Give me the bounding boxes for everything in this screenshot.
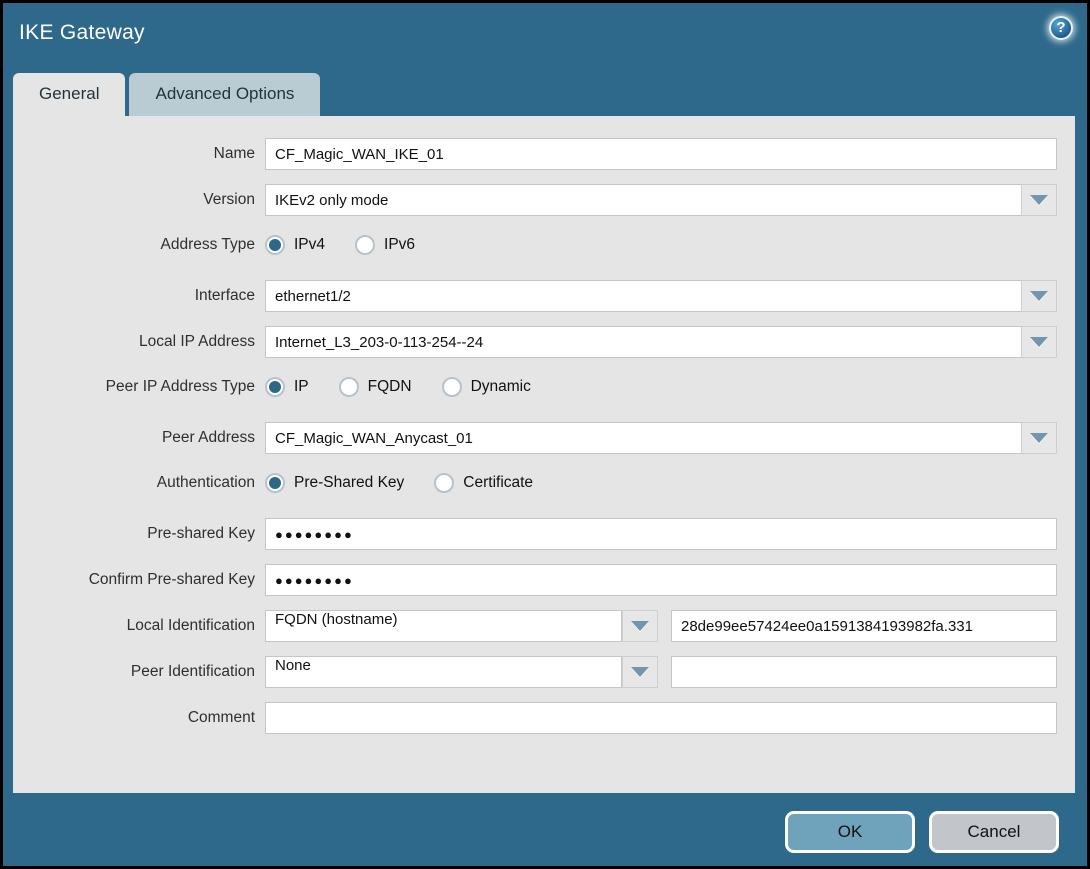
name-row: Name [13, 138, 1075, 170]
peer-address-dropdown-button[interactable] [1021, 422, 1057, 454]
version-select[interactable]: IKEv2 only mode [265, 184, 1057, 216]
peer-ip-type-row: Peer IP Address Type IP FQDN Dynamic [13, 372, 1075, 402]
comment-row: Comment [13, 702, 1075, 734]
interface-dropdown-button[interactable] [1021, 280, 1057, 312]
authentication-row: Authentication Pre-Shared Key Certificat… [13, 468, 1075, 498]
peer-id-dropdown-button[interactable] [622, 656, 658, 688]
address-type-label: Address Type [160, 236, 256, 253]
peer-id-row: Peer Identification None [13, 656, 1075, 688]
local-id-type-select[interactable]: FQDN (hostname) [265, 610, 658, 642]
comment-input[interactable] [265, 702, 1057, 734]
address-type-row: Address Type IPv4 IPv6 [13, 230, 1075, 260]
general-tab-panel: Name Version IKEv2 only mode Address Typ… [13, 116, 1075, 793]
peer-address-row: Peer Address CF_Magic_WAN_Anycast_01 [13, 422, 1075, 454]
local-ip-dropdown-button[interactable] [1021, 326, 1057, 358]
comment-label: Comment [187, 709, 255, 726]
radio-ipv4[interactable]: IPv4 [265, 235, 325, 255]
peer-id-value-input[interactable] [671, 656, 1057, 688]
peer-id-label: Peer Identification [130, 663, 255, 680]
radio-ipv6[interactable]: IPv6 [355, 235, 415, 255]
local-id-dropdown-button[interactable] [622, 610, 658, 642]
chevron-down-icon [1030, 291, 1048, 301]
authentication-label: Authentication [156, 474, 255, 491]
name-label: Name [213, 145, 255, 162]
help-icon[interactable]: ? [1049, 16, 1073, 40]
local-ip-select[interactable]: Internet_L3_203-0-113-254--24 [265, 326, 1057, 358]
local-id-type-value: FQDN (hostname) [265, 610, 622, 642]
dialog-titlebar: IKE Gateway ? [3, 3, 1087, 68]
radio-dynamic[interactable]: Dynamic [441, 377, 531, 397]
peer-address-value: CF_Magic_WAN_Anycast_01 [265, 422, 1021, 454]
ike-gateway-dialog: IKE Gateway ? General Advanced Options N… [0, 0, 1090, 869]
local-ip-value: Internet_L3_203-0-113-254--24 [265, 326, 1021, 358]
tab-bar: General Advanced Options [3, 68, 1087, 116]
interface-select[interactable]: ethernet1/2 [265, 280, 1057, 312]
tab-advanced-options[interactable]: Advanced Options [129, 73, 321, 116]
local-id-value-input[interactable] [671, 610, 1057, 642]
local-id-row: Local Identification FQDN (hostname) [13, 610, 1075, 642]
version-dropdown-button[interactable] [1021, 184, 1057, 216]
radio-certificate[interactable]: Certificate [434, 473, 533, 493]
psk-label: Pre-shared Key [147, 525, 255, 542]
name-input[interactable] [265, 138, 1057, 170]
radio-unselected-icon [338, 377, 359, 397]
chevron-down-icon [1030, 337, 1048, 347]
local-ip-row: Local IP Address Internet_L3_203-0-113-2… [13, 326, 1075, 358]
tab-general[interactable]: General [13, 73, 126, 116]
confirm-psk-row: Confirm Pre-shared Key [13, 564, 1075, 596]
dialog-footer: OK Cancel [3, 793, 1087, 866]
radio-selected-icon [265, 235, 285, 255]
chevron-down-icon [1030, 433, 1048, 443]
version-value: IKEv2 only mode [265, 184, 1021, 216]
address-type-radio-group: IPv4 IPv6 [265, 235, 415, 255]
peer-id-type-value: None [265, 656, 622, 688]
cancel-button[interactable]: Cancel [929, 810, 1059, 853]
psk-input[interactable] [265, 518, 1057, 550]
local-ip-label: Local IP Address [138, 333, 255, 350]
dialog-title: IKE Gateway [19, 21, 145, 44]
confirm-psk-input[interactable] [265, 564, 1057, 596]
peer-ip-type-label: Peer IP Address Type [105, 378, 255, 395]
radio-unselected-icon [434, 473, 455, 493]
psk-row: Pre-shared Key [13, 518, 1075, 550]
chevron-down-icon [1030, 195, 1048, 205]
peer-address-label: Peer Address [161, 429, 255, 446]
interface-value: ethernet1/2 [265, 280, 1021, 312]
radio-pre-shared-key[interactable]: Pre-Shared Key [265, 473, 404, 493]
version-row: Version IKEv2 only mode [13, 184, 1075, 216]
radio-unselected-icon [355, 235, 376, 255]
radio-ip[interactable]: IP [265, 377, 309, 397]
peer-address-select[interactable]: CF_Magic_WAN_Anycast_01 [265, 422, 1057, 454]
chevron-down-icon [631, 621, 649, 631]
interface-row: Interface ethernet1/2 [13, 280, 1075, 312]
radio-selected-icon [265, 377, 285, 397]
peer-id-type-select[interactable]: None [265, 656, 658, 688]
confirm-psk-label: Confirm Pre-shared Key [88, 571, 255, 588]
local-id-label: Local Identification [126, 617, 255, 634]
chevron-down-icon [631, 667, 649, 677]
interface-label: Interface [194, 287, 255, 304]
radio-fqdn[interactable]: FQDN [338, 377, 412, 397]
version-label: Version [203, 191, 255, 208]
peer-ip-type-radio-group: IP FQDN Dynamic [265, 377, 531, 397]
authentication-radio-group: Pre-Shared Key Certificate [265, 473, 533, 493]
radio-selected-icon [265, 473, 285, 493]
radio-unselected-icon [441, 377, 462, 397]
ok-button[interactable]: OK [785, 810, 915, 853]
